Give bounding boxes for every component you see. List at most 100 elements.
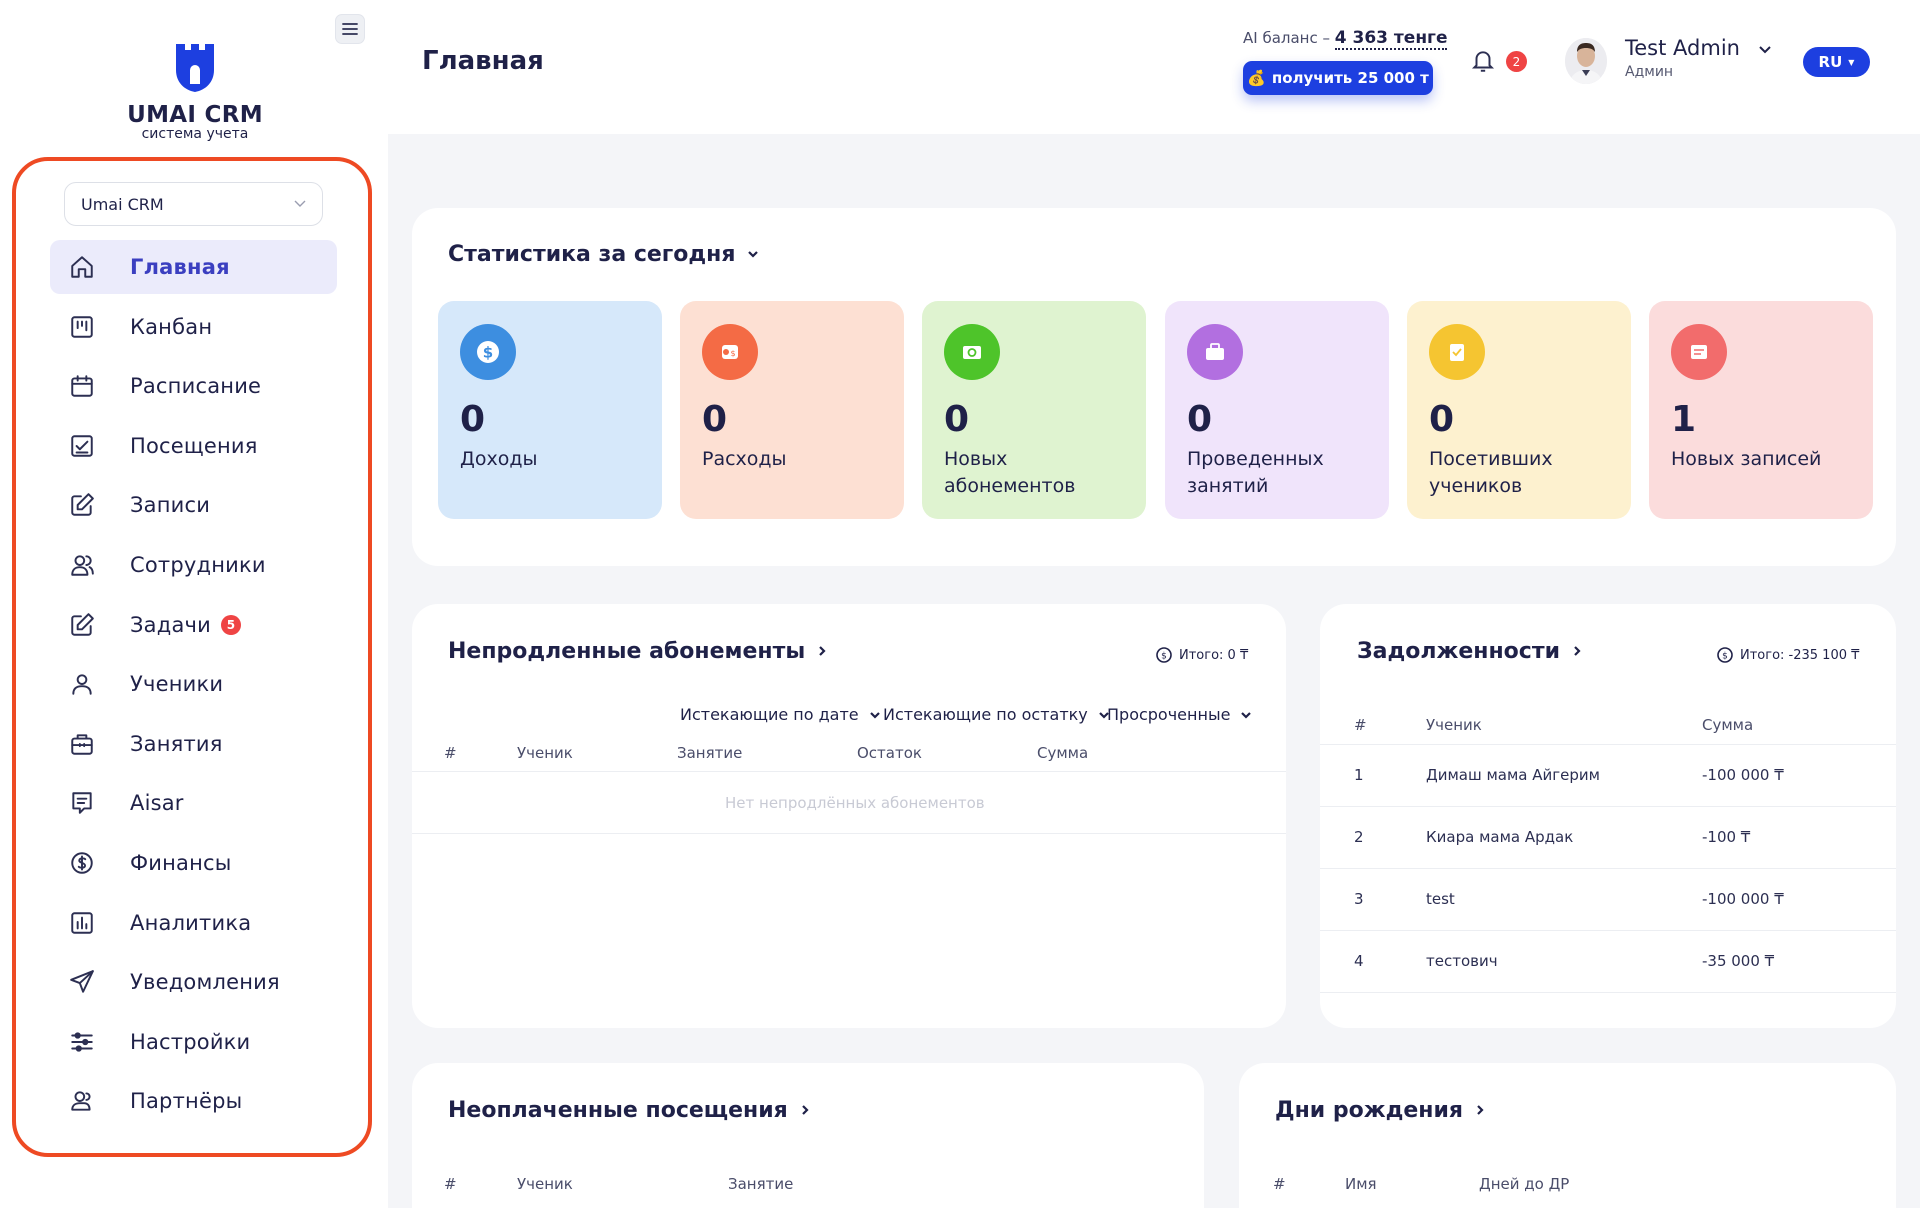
chevron-down-icon: [1241, 711, 1252, 719]
page-title: Главная: [422, 46, 544, 76]
user-name[interactable]: Test Admin: [1625, 36, 1740, 60]
users-icon: [68, 551, 96, 579]
stat-value: 0: [944, 399, 970, 440]
birthdays-card: Дни рождения # Имя Дней до ДР: [1239, 1063, 1896, 1208]
birthdays-title[interactable]: Дни рождения: [1275, 1098, 1487, 1123]
stat-tile-expenses[interactable]: $ 0 Расходы: [680, 301, 904, 519]
stat-tile-visited-students[interactable]: 0 Посетивших учеников: [1407, 301, 1631, 519]
divider: [1320, 930, 1896, 931]
sidebar-item-lessons[interactable]: Занятия: [50, 717, 337, 771]
calendar-icon: [68, 372, 96, 400]
column-header: Дней до ДР: [1479, 1175, 1570, 1193]
send-icon: [68, 968, 96, 996]
column-header: Занятие: [677, 744, 743, 762]
divider: [412, 771, 1286, 772]
language-select[interactable]: RU ▼: [1803, 47, 1870, 77]
chevron-right-icon: [798, 1098, 812, 1123]
column-header: Имя: [1345, 1175, 1377, 1193]
filter-overdue[interactable]: Просроченные: [1107, 705, 1252, 724]
chevron-right-icon: [815, 639, 829, 664]
language-value: RU: [1818, 53, 1843, 71]
column-header: Сумма: [1037, 744, 1089, 762]
menu-toggle-button[interactable]: [335, 14, 365, 44]
sidebar-item-notifications[interactable]: Уведомления: [50, 955, 337, 1009]
sidebar-item-finance[interactable]: Финансы: [50, 836, 337, 890]
chevron-down-icon[interactable]: [1756, 40, 1774, 58]
sidebar-item-partners[interactable]: Партнёры: [50, 1074, 337, 1128]
debt-row-name[interactable]: тестович: [1426, 952, 1498, 970]
column-header: #: [1273, 1175, 1286, 1193]
sidebar-item-schedule[interactable]: Расписание: [50, 359, 337, 413]
sidebar-item-label: Посещения: [130, 433, 258, 458]
chevron-right-icon: [1473, 1098, 1487, 1123]
column-header: Ученик: [517, 744, 573, 762]
sidebar-item-settings[interactable]: Настройки: [50, 1015, 337, 1069]
logo-subtitle: система учета: [141, 126, 249, 142]
sidebar-item-aisar[interactable]: Aisar: [50, 776, 337, 830]
stat-tile-income[interactable]: $ 0 Доходы: [438, 301, 662, 519]
kanban-icon: [68, 313, 96, 341]
sidebar-item-label: Записи: [130, 493, 211, 518]
notifications-button[interactable]: [1470, 48, 1498, 76]
debt-row-name[interactable]: Киара мама Ардак: [1426, 828, 1573, 846]
dollar-icon: [68, 849, 96, 877]
stat-tile-lessons-held[interactable]: 0 Проведенных занятий: [1165, 301, 1389, 519]
home-icon: [68, 253, 96, 281]
svg-text:$: $: [1161, 652, 1167, 662]
unrenewed-card: Непродленные абонементы $ Итого: 0 ₸ Ист…: [412, 604, 1286, 1028]
unrenewed-title[interactable]: Непродленные абонементы: [448, 639, 829, 664]
debts-title[interactable]: Задолженности: [1357, 639, 1584, 664]
stat-label: Новых записей: [1671, 448, 1822, 470]
stats-title-label: Статистика за сегодня: [448, 242, 736, 267]
company-select[interactable]: Umai CRM: [64, 182, 323, 226]
stats-title[interactable]: Статистика за сегодня: [448, 242, 760, 267]
bell-icon: [1471, 51, 1495, 72]
stat-value: 0: [702, 399, 728, 440]
column-header: Ученик: [517, 1175, 573, 1193]
briefcase-icon: [68, 730, 96, 758]
unrenewed-title-label: Непродленные абонементы: [448, 639, 806, 664]
edit-icon: [68, 611, 96, 639]
sidebar-item-tasks[interactable]: Задачи 5: [50, 598, 337, 652]
ai-balance-value[interactable]: 4 363 тенге: [1334, 28, 1448, 50]
money-icon: [944, 324, 1000, 380]
user-photo-icon: [1565, 38, 1607, 84]
coin-icon: $: [1156, 647, 1172, 663]
message-icon: [68, 789, 96, 817]
stat-value: 0: [1429, 399, 1455, 440]
get-bonus-label: получить 25 000 т: [1271, 69, 1429, 87]
sidebar-item-home[interactable]: Главная: [50, 240, 337, 294]
partners-icon: [68, 1087, 96, 1115]
get-bonus-button[interactable]: 💰 получить 25 000 т: [1243, 61, 1433, 95]
dollar-icon: $: [460, 324, 516, 380]
user-role: Админ: [1625, 64, 1674, 80]
sidebar-item-label: Главная: [130, 255, 230, 279]
logo[interactable]: UMAI CRM система учета: [120, 40, 270, 142]
sidebar-item-kanban[interactable]: Канбан: [50, 300, 337, 354]
money-bag-icon: 💰: [1247, 69, 1266, 87]
debt-row-number: 2: [1354, 828, 1364, 846]
unpaid-card: Неоплаченные посещения # Ученик Занятие: [412, 1063, 1204, 1208]
unpaid-title[interactable]: Неоплаченные посещения: [448, 1098, 812, 1123]
sidebar-item-records[interactable]: Записи: [50, 478, 337, 532]
sidebar-item-students[interactable]: Ученики: [50, 657, 337, 711]
app: UMAI CRM система учета Umai CRM Главная …: [0, 0, 1920, 1208]
debt-row-name[interactable]: test: [1426, 890, 1455, 908]
filter-by-remaining[interactable]: Истекающие по остатку: [883, 705, 1110, 724]
stat-tile-new-subscriptions[interactable]: 0 Новых абонементов: [922, 301, 1146, 519]
hamburger-icon: [342, 23, 358, 35]
sidebar-item-visits[interactable]: Посещения: [50, 419, 337, 473]
stat-tile-new-records[interactable]: 1 Новых записей: [1649, 301, 1873, 519]
sidebar-item-analytics[interactable]: Аналитика: [50, 896, 337, 950]
avatar[interactable]: [1565, 38, 1607, 84]
column-header: Остаток: [857, 744, 922, 762]
sidebar-item-staff[interactable]: Сотрудники: [50, 538, 337, 592]
divider: [1320, 806, 1896, 807]
filter-by-date[interactable]: Истекающие по дате: [680, 705, 881, 724]
debt-row-name[interactable]: Димаш мама Айгерим: [1426, 766, 1600, 784]
castle-logo-icon: [176, 44, 214, 92]
divider: [412, 833, 1286, 834]
sidebar-item-label: Ученики: [130, 672, 224, 697]
column-header: Занятие: [728, 1175, 794, 1193]
stats-card: Статистика за сегодня $ 0 Доходы $ 0 Рас…: [412, 208, 1896, 566]
